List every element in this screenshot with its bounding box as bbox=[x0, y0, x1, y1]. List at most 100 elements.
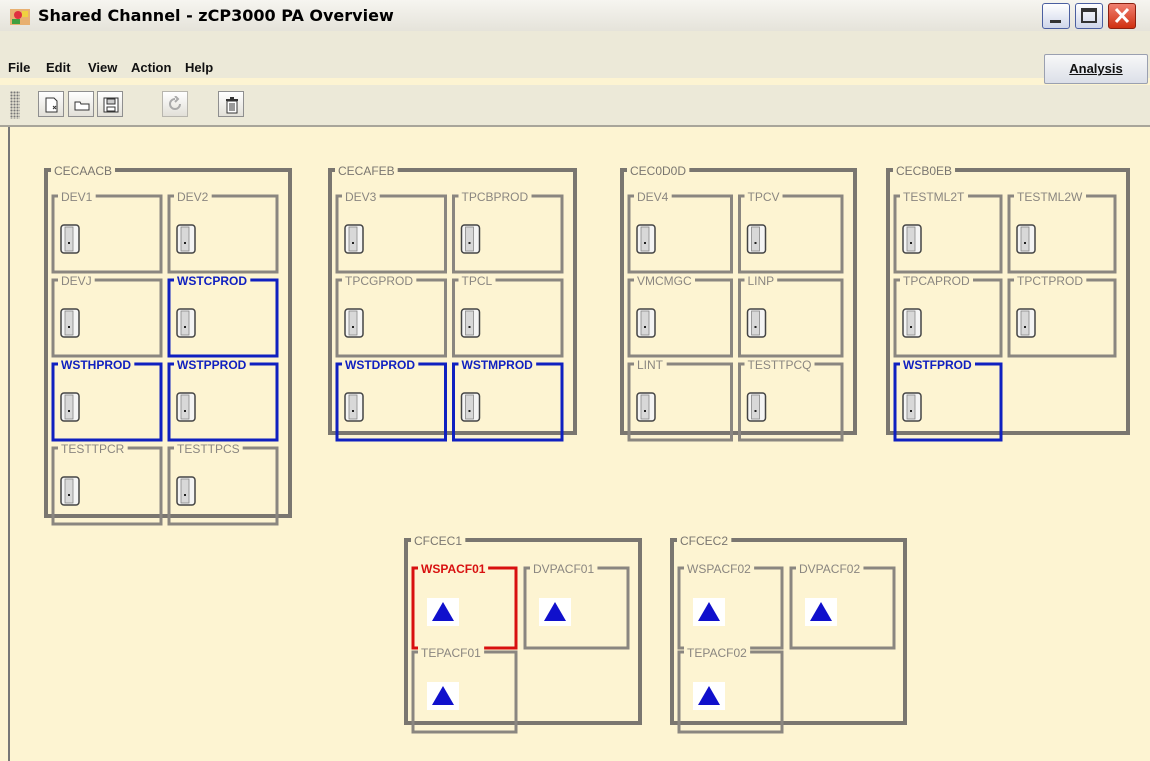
cf-tile[interactable]: WSPACF02 bbox=[677, 562, 784, 650]
analysis-button[interactable]: Analysis bbox=[1044, 54, 1148, 84]
system-tile-label: WSTDPROD bbox=[345, 358, 415, 372]
cf-tile[interactable]: WSPACF01 bbox=[411, 562, 518, 650]
system-tile[interactable]: TPCBPROD bbox=[452, 190, 564, 274]
system-tile[interactable]: WSTCPROD bbox=[167, 274, 279, 358]
system-tile-label: TESTTPCQ bbox=[748, 358, 812, 372]
open-button[interactable] bbox=[68, 91, 94, 117]
server-icon bbox=[60, 392, 80, 422]
server-icon bbox=[1016, 308, 1036, 338]
system-tile[interactable]: WSTPPROD bbox=[167, 358, 279, 442]
system-tile-label: WSTHPROD bbox=[61, 358, 131, 372]
server-icon bbox=[344, 224, 364, 254]
system-tile[interactable]: TPCGPROD bbox=[335, 274, 447, 358]
minimize-icon bbox=[1050, 20, 1061, 23]
server-icon bbox=[636, 308, 656, 338]
system-tile[interactable]: WSTHPROD bbox=[51, 358, 163, 442]
open-folder-icon bbox=[74, 101, 90, 111]
trash-icon bbox=[226, 97, 238, 114]
system-tile[interactable]: TPCAPROD bbox=[893, 274, 1003, 358]
cf-tile-label: TEPACF02 bbox=[687, 646, 747, 660]
system-tile[interactable]: WSTFPROD bbox=[893, 358, 1003, 442]
cf-group[interactable]: CFCEC1 WSPACF01 DVPACF01 TEPACF01 bbox=[404, 534, 642, 734]
cf-group[interactable]: CFCEC2 WSPACF02 DVPACF02 TEPACF02 bbox=[670, 534, 907, 734]
coupling-facility-icon bbox=[427, 682, 459, 710]
server-icon bbox=[460, 392, 481, 422]
coupling-facility-icon bbox=[805, 598, 837, 626]
system-tile[interactable]: TPCTPROD bbox=[1007, 274, 1117, 358]
system-tile-label: TPCV bbox=[748, 190, 780, 204]
system-tile[interactable]: VMCMGC bbox=[627, 274, 733, 358]
server-icon bbox=[176, 308, 196, 338]
cf-group-label: CFCEC2 bbox=[680, 534, 728, 548]
cec-group[interactable]: CECAACB DEV1 DEV2 DEVJ WSTCPROD WSTHPROD WSTPP… bbox=[44, 164, 292, 526]
cf-tile-label: DVPACF02 bbox=[799, 562, 860, 576]
system-tile[interactable]: DEV4 bbox=[627, 190, 733, 274]
system-tile[interactable]: TPCL bbox=[452, 274, 564, 358]
cec-group[interactable]: CECB0EB TESTML2T TESTML2W TPCAPROD TPCTPROD W… bbox=[886, 164, 1130, 442]
system-tile-label: WSTPPROD bbox=[177, 358, 247, 372]
system-tile-label: DEV4 bbox=[637, 190, 669, 204]
refresh-icon bbox=[169, 96, 181, 110]
system-tile-label: LINT bbox=[637, 358, 664, 372]
system-tile[interactable]: LINP bbox=[738, 274, 844, 358]
menu-edit[interactable]: Edit bbox=[46, 60, 71, 75]
maximize-button[interactable] bbox=[1075, 3, 1103, 29]
new-button[interactable] bbox=[38, 91, 64, 117]
cec-group[interactable]: CECAFEB DEV3 TPCBPROD TPCGPROD TPCL WSTDPROD W… bbox=[328, 164, 577, 442]
system-tile[interactable]: DEV1 bbox=[51, 190, 163, 274]
cec-group[interactable]: CEC0D0D DEV4 TPCV VMCMGC LINP LINT TESTTPCQ bbox=[620, 164, 857, 442]
server-icon bbox=[902, 392, 922, 422]
cf-tile[interactable]: TEPACF01 bbox=[411, 646, 518, 734]
system-tile[interactable]: TPCV bbox=[738, 190, 844, 274]
system-tile-label: WSTFPROD bbox=[903, 358, 972, 372]
system-tile-label: TESTTPCS bbox=[177, 442, 240, 456]
coupling-facility-icon bbox=[693, 682, 725, 710]
system-tile-label: TESTML2W bbox=[1017, 190, 1083, 204]
menu-view[interactable]: View bbox=[88, 60, 117, 75]
refresh-button[interactable] bbox=[162, 91, 188, 117]
system-tile[interactable]: DEV3 bbox=[335, 190, 447, 274]
system-tile[interactable]: TESTTPCQ bbox=[738, 358, 844, 442]
system-tile[interactable]: TESTTPCS bbox=[167, 442, 279, 526]
system-tile[interactable]: TESTTPCR bbox=[51, 442, 163, 526]
minimize-button[interactable] bbox=[1042, 3, 1070, 29]
close-button[interactable] bbox=[1108, 3, 1136, 29]
save-button[interactable] bbox=[97, 91, 123, 117]
system-tile[interactable]: WSTMPROD bbox=[452, 358, 564, 442]
topology-diagram: CECAACB DEV1 DEV2 DEVJ WSTCPROD WSTHPROD WSTPP… bbox=[44, 164, 1130, 734]
cf-tile-label: DVPACF01 bbox=[533, 562, 594, 576]
system-tile-label: WSTCPROD bbox=[177, 274, 247, 288]
cf-tile-label: WSPACF02 bbox=[687, 562, 751, 576]
delete-button[interactable] bbox=[218, 91, 244, 117]
app-icon bbox=[10, 9, 30, 25]
server-icon bbox=[746, 392, 767, 422]
maximize-icon bbox=[1081, 8, 1097, 23]
cec-group-label: CECAFEB bbox=[338, 164, 395, 178]
server-icon bbox=[176, 224, 196, 254]
server-icon bbox=[60, 224, 80, 254]
system-tile[interactable]: TESTML2T bbox=[893, 190, 1003, 274]
window-title: Shared Channel - zCP3000 PA Overview bbox=[38, 6, 394, 25]
close-icon bbox=[1114, 7, 1130, 24]
menu-action[interactable]: Action bbox=[131, 60, 171, 75]
coupling-facility-icon bbox=[693, 598, 725, 626]
server-icon bbox=[344, 392, 364, 422]
system-tile-label: TPCBPROD bbox=[462, 190, 529, 204]
system-tile[interactable]: DEVJ bbox=[51, 274, 163, 358]
server-icon bbox=[902, 308, 922, 338]
system-tile-label: TPCTPROD bbox=[1017, 274, 1083, 288]
cf-tile[interactable]: DVPACF01 bbox=[523, 562, 630, 650]
cf-tile[interactable]: DVPACF02 bbox=[789, 562, 896, 650]
menu-file[interactable]: File bbox=[8, 60, 30, 75]
menu-help[interactable]: Help bbox=[185, 60, 213, 75]
system-tile[interactable]: TESTML2W bbox=[1007, 190, 1117, 274]
system-tile-label: TPCAPROD bbox=[903, 274, 970, 288]
system-tile-label: WSTMPROD bbox=[462, 358, 534, 372]
system-tile[interactable]: WSTDPROD bbox=[335, 358, 447, 442]
system-tile[interactable]: DEV2 bbox=[167, 190, 279, 274]
server-icon bbox=[176, 476, 196, 506]
cf-tile[interactable]: TEPACF02 bbox=[677, 646, 784, 734]
system-tile-label: DEVJ bbox=[61, 274, 92, 288]
system-tile[interactable]: LINT bbox=[627, 358, 733, 442]
toolbar-grip[interactable] bbox=[10, 91, 20, 119]
